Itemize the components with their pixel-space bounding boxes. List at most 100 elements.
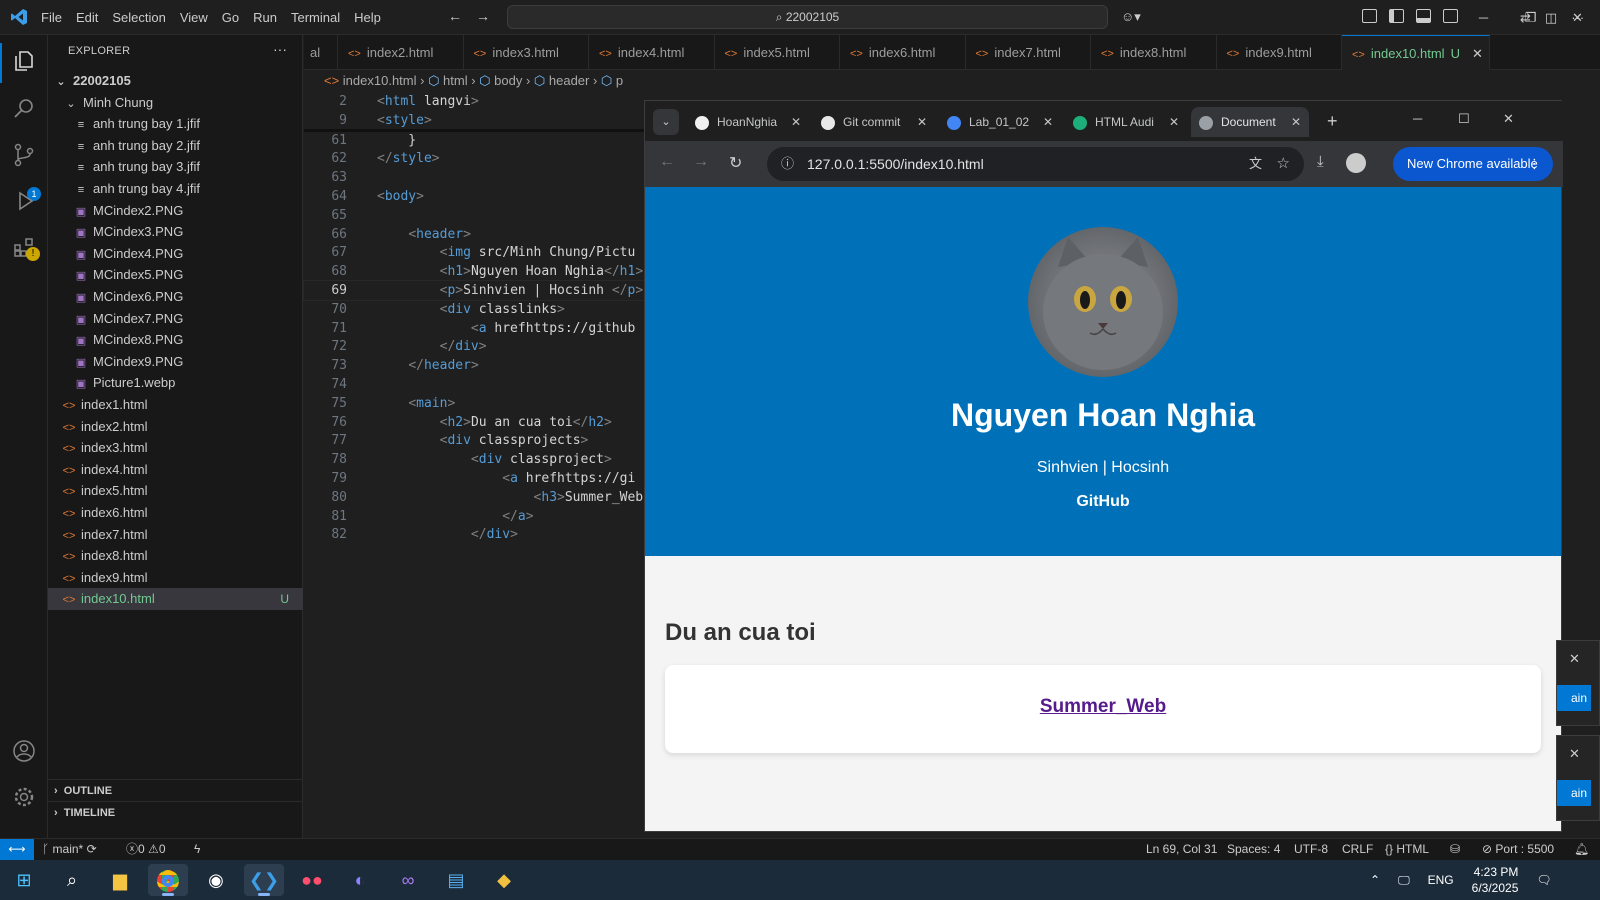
line-endings[interactable]: CRLF xyxy=(1342,839,1373,860)
breadcrumb-item[interactable]: html xyxy=(443,73,468,88)
indentation[interactable]: Spaces: 4 xyxy=(1227,839,1280,860)
github-link[interactable]: GitHub xyxy=(645,493,1561,511)
eclipse-icon[interactable]: ◐ xyxy=(340,864,380,896)
app-icon[interactable]: ◆ xyxy=(484,864,524,896)
app-icon[interactable]: ▤ xyxy=(436,864,476,896)
file-explorer-icon[interactable]: ▆ xyxy=(100,864,140,896)
run-debug-icon[interactable] xyxy=(12,189,36,213)
chrome-maximize-icon[interactable]: ☐ xyxy=(1458,111,1470,127)
editor-tab[interactable]: <> index3.html xyxy=(464,35,589,70)
close-icon[interactable]: ✕ xyxy=(1291,107,1301,137)
timeline-section[interactable]: › TIMELINE xyxy=(48,801,303,823)
breadcrumb-item[interactable]: p xyxy=(616,73,623,88)
reload-icon[interactable]: ↻ xyxy=(729,153,742,173)
command-center-search[interactable]: ⌕ 22002105 xyxy=(507,5,1108,29)
address-bar[interactable]: ⓘ 127.0.0.1:5500/index10.html 文 ☆ xyxy=(767,147,1304,181)
more-actions-icon[interactable]: ··· xyxy=(1571,10,1584,26)
menu-item-run[interactable]: Run xyxy=(246,0,284,35)
search-icon[interactable] xyxy=(12,97,36,121)
menu-item-help[interactable]: Help xyxy=(347,0,388,35)
editor-tab[interactable]: <> index8.html xyxy=(1091,35,1217,70)
breadcrumb-item[interactable]: body xyxy=(494,73,522,88)
menu-item-view[interactable]: View xyxy=(173,0,215,35)
editor-tab[interactable]: <> index2.html xyxy=(338,35,464,70)
tree-file[interactable]: <> index10.html U xyxy=(48,588,303,611)
cursor-position[interactable]: Ln 69, Col 31 xyxy=(1146,839,1217,860)
language-indicator[interactable]: ENG xyxy=(1428,873,1454,887)
forward-arrow-icon[interactable]: → xyxy=(476,8,490,24)
toggle-panel-icon[interactable] xyxy=(1416,9,1431,23)
close-icon[interactable]: ✕ xyxy=(1043,107,1053,137)
new-tab-icon[interactable]: + xyxy=(1327,111,1338,132)
network-icon[interactable]: 🖵︎ xyxy=(1398,873,1410,888)
app-icon[interactable]: ●● xyxy=(292,864,332,896)
tree-file[interactable]: <> index9.html xyxy=(48,567,303,589)
profile-icon[interactable] xyxy=(1346,153,1366,173)
editor-tab[interactable]: <> index10.html U ✕ xyxy=(1342,35,1490,70)
tree-file[interactable]: ▣ MCindex2.PNG xyxy=(48,200,303,222)
menu-item-go[interactable]: Go xyxy=(215,0,246,35)
tree-file[interactable]: <> index2.html xyxy=(48,416,303,438)
tree-file[interactable]: ▣ MCindex3.PNG xyxy=(48,221,303,243)
accounts-icon[interactable] xyxy=(12,739,36,763)
editor-tab[interactable]: <> index4.html xyxy=(589,35,715,70)
chrome-icon[interactable] xyxy=(148,864,188,896)
tree-file[interactable]: <> index1.html xyxy=(48,394,303,416)
encoding[interactable]: UTF-8 xyxy=(1294,839,1328,860)
tree-file[interactable]: ▣ MCindex4.PNG xyxy=(48,243,303,265)
language-mode[interactable]: {} HTML xyxy=(1385,839,1429,860)
editor-tab[interactable]: al xyxy=(300,35,338,70)
chrome-tab[interactable]: HoanNghia ✕ xyxy=(687,107,809,137)
tree-folder-minh-chung[interactable]: ⌄ Minh Chung xyxy=(48,92,303,114)
close-icon[interactable]: ✕ xyxy=(1569,746,1580,762)
lightning-icon[interactable]: ϟ xyxy=(194,839,200,860)
chrome-tab[interactable]: HTML Audi ✕ xyxy=(1065,107,1187,137)
search-icon[interactable]: ⌕ xyxy=(52,864,92,896)
editor-tab[interactable]: <> index6.html xyxy=(840,35,966,70)
editor-tab[interactable]: <> index7.html xyxy=(966,35,1091,70)
remote-icon[interactable]: ⟷ xyxy=(0,839,34,861)
code-editor[interactable]: 2 <html langvi> 9 <style> 61 } 62 </style> 63 64… xyxy=(303,92,645,838)
tree-file[interactable]: ▣ MCindex9.PNG xyxy=(48,351,303,373)
back-icon[interactable]: ← xyxy=(659,153,675,171)
tree-file[interactable]: <> index5.html xyxy=(48,480,303,502)
tree-root-folder[interactable]: ⌄ 22002105 xyxy=(48,70,303,92)
close-icon[interactable]: ✕ xyxy=(917,107,927,137)
menu-item-terminal[interactable]: Terminal xyxy=(284,0,347,35)
menu-item-edit[interactable]: Edit xyxy=(69,0,105,35)
tree-file[interactable]: ≡ anh trung bay 1.jfif xyxy=(48,113,303,135)
menu-item-file[interactable]: File xyxy=(34,0,69,35)
tree-file[interactable]: ≡ anh trung bay 3.jfif xyxy=(48,156,303,178)
project-link[interactable]: Summer_Web xyxy=(1040,696,1166,718)
menu-item-selection[interactable]: Selection xyxy=(105,0,172,35)
close-icon[interactable]: ✕ xyxy=(1569,651,1580,667)
notification-action-button[interactable]: ain xyxy=(1557,780,1591,806)
vscode-taskbar-icon[interactable]: ❮❯ xyxy=(244,864,284,896)
toggle-secondary-sidebar-icon[interactable] xyxy=(1443,9,1458,23)
customize-layout-icon[interactable] xyxy=(1362,9,1377,23)
live-share-icon[interactable]: ⛁ xyxy=(1450,839,1460,860)
breadcrumb-item[interactable]: header xyxy=(549,73,589,88)
site-info-icon[interactable]: ⓘ xyxy=(781,147,794,181)
tree-file[interactable]: ▣ MCindex6.PNG xyxy=(48,286,303,308)
notifications-bell-icon[interactable]: 🔔︎ xyxy=(1574,839,1589,860)
compare-icon[interactable]: ⇄ xyxy=(1520,10,1531,26)
outline-section[interactable]: › OUTLINE xyxy=(48,779,303,801)
tab-search-icon[interactable]: ⌄ xyxy=(653,109,679,135)
notification-action-button[interactable]: ain xyxy=(1557,685,1591,711)
breadcrumb-item[interactable]: index10.html xyxy=(343,73,417,88)
back-arrow-icon[interactable]: ← xyxy=(448,8,462,24)
tree-file[interactable]: ▣ MCindex5.PNG xyxy=(48,264,303,286)
app-icon[interactable]: ◉ xyxy=(196,864,236,896)
tree-file[interactable]: <> index7.html xyxy=(48,524,303,546)
close-icon[interactable]: ✕ xyxy=(791,107,801,137)
tree-file[interactable]: <> index3.html xyxy=(48,437,303,459)
gear-icon[interactable] xyxy=(12,785,36,809)
chrome-tab[interactable]: Document ✕ xyxy=(1191,107,1309,137)
visual-studio-icon[interactable]: ∞ xyxy=(388,864,428,896)
chrome-minimize-icon[interactable]: ─ xyxy=(1413,111,1422,126)
notification-center-icon[interactable]: 🗨︎ xyxy=(1536,873,1551,887)
tree-file[interactable]: <> index8.html xyxy=(48,545,303,567)
tree-file[interactable]: <> index4.html xyxy=(48,459,303,481)
windows-start-icon[interactable]: ⊞ xyxy=(4,864,44,896)
